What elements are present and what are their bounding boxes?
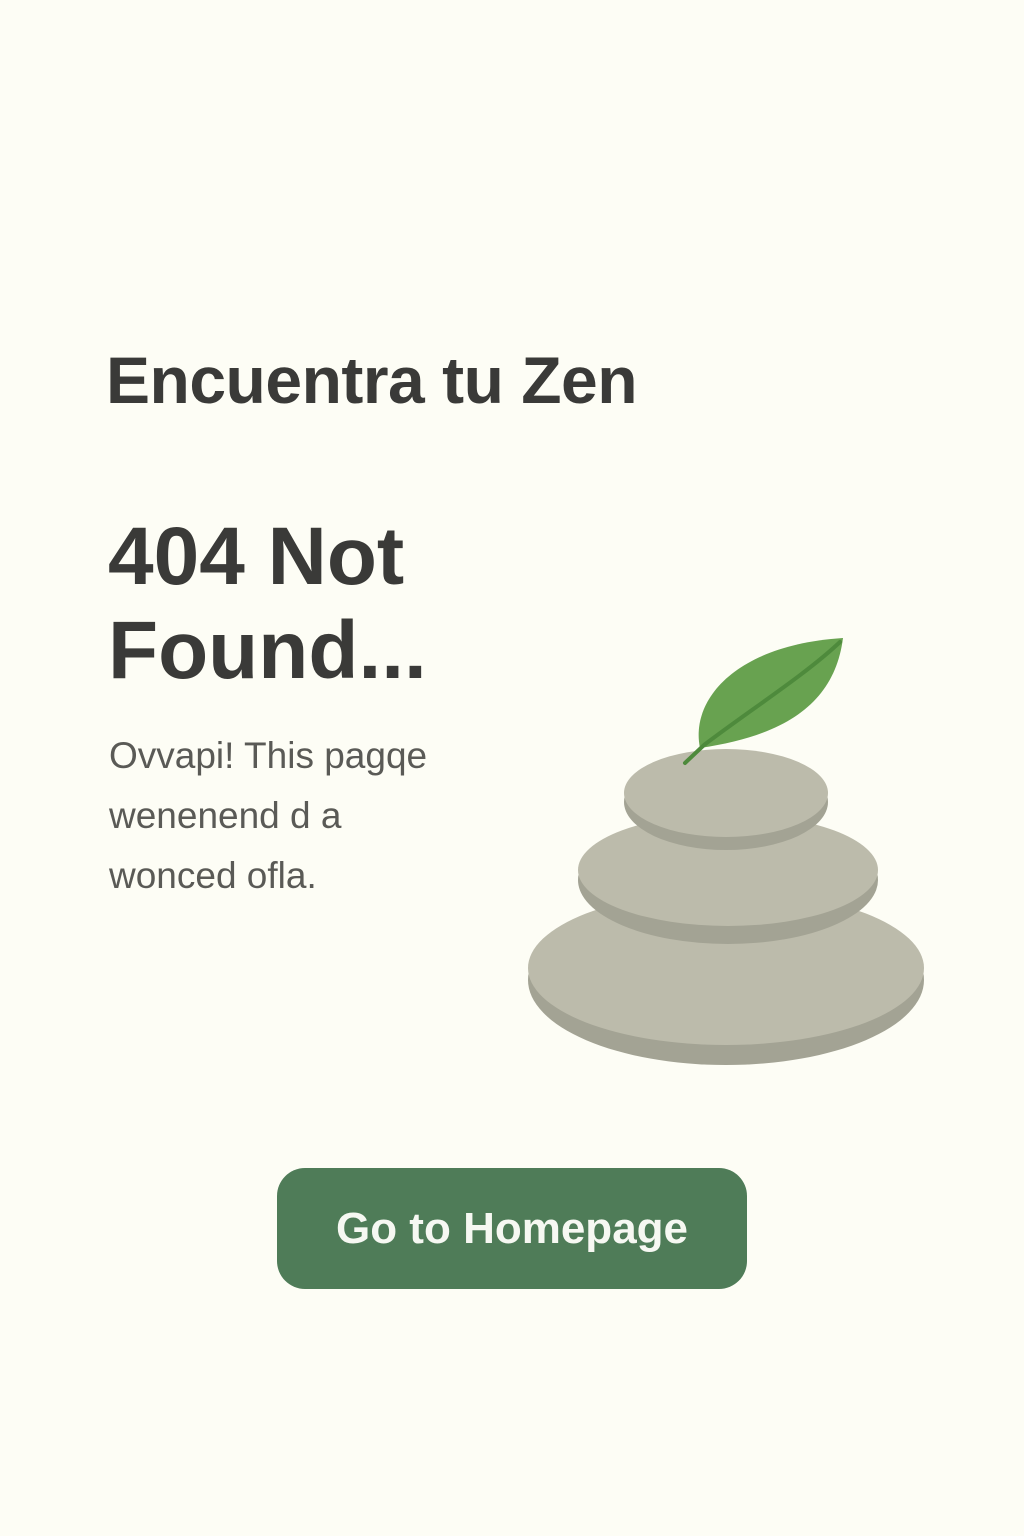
zen-stones-illustration	[520, 630, 930, 1075]
error-heading: 404 Not Found...	[108, 511, 427, 696]
stacked-stones-icon	[528, 638, 924, 1065]
leaf-icon	[683, 638, 843, 765]
brand-title: Encuentra tu Zen	[106, 343, 638, 417]
error-page: Encuentra tu Zen 404 Not Found... Ovvapi…	[0, 0, 1024, 1536]
error-message: Ovvapi! This pagqe wenenend d a wonced o…	[109, 735, 428, 896]
go-to-homepage-button[interactable]: Go to Homepage	[277, 1168, 747, 1289]
